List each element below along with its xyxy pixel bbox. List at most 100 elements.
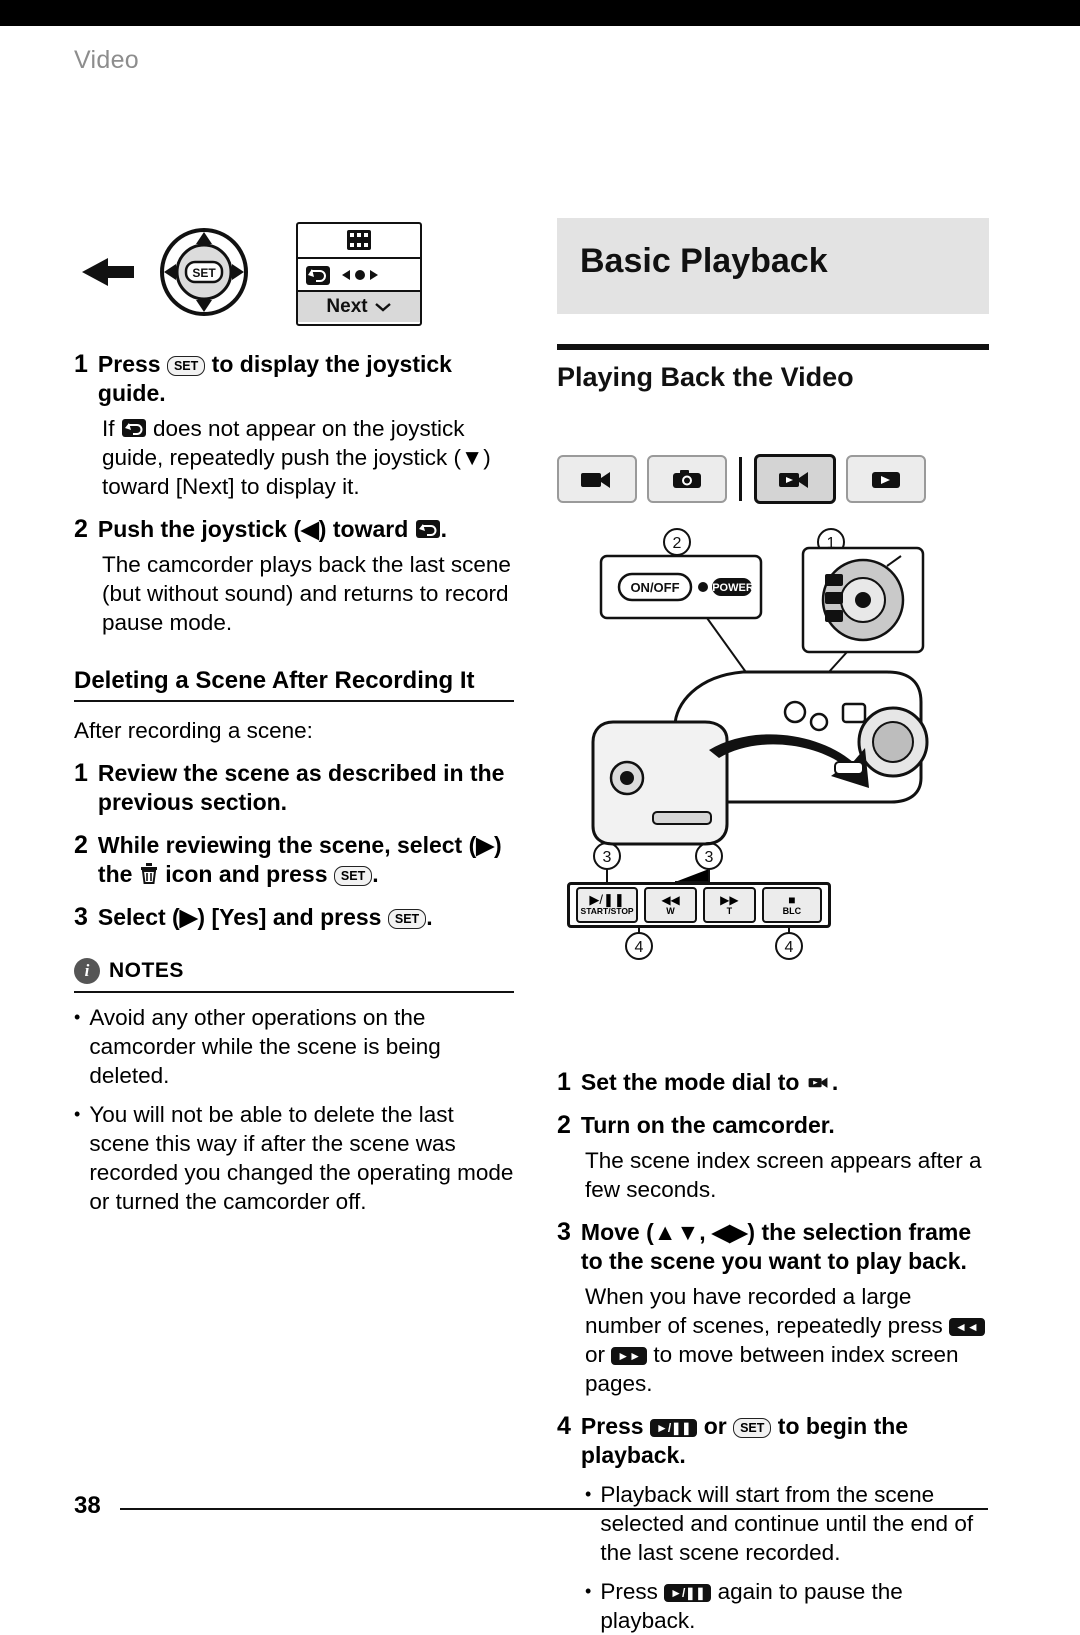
note-item: • Avoid any other operations on the camc… (74, 1003, 514, 1090)
section-intro: After recording a scene: (74, 718, 313, 743)
step-text-c: . (372, 861, 379, 887)
right-step-3: 3 Move (▲▼, ◀▶) the selection frame to t… (557, 1218, 989, 1276)
footer-rule (120, 1508, 988, 1510)
page-title: Basic Playback (580, 242, 828, 280)
right-column-text: 1 Set the mode dial to . 2 Turn on the c… (557, 1068, 989, 1635)
play-pause-label: ▶/❚❚ (589, 892, 625, 907)
step-text-b: . (426, 904, 433, 930)
left-step-2: 2 Push the joystick (◀) toward . (74, 515, 514, 544)
joystick-dial-icon: SET (82, 228, 248, 316)
page: Video SET Next 1 Press SET to display th… (0, 26, 1080, 1633)
step-number: 3 (557, 1218, 571, 1246)
svg-text:4: 4 (785, 939, 794, 956)
bullet-dot: • (74, 1007, 81, 1027)
step-number: 2 (74, 515, 88, 543)
step-text-b: . (831, 1069, 839, 1095)
double-rule (557, 344, 989, 350)
photo-playback-icon (872, 472, 900, 488)
right-step-2-body: The scene index screen appears after a f… (585, 1148, 982, 1202)
svg-text:4: 4 (635, 939, 644, 956)
left-step-2-body: The camcorder plays back the last scene … (102, 552, 511, 635)
chevron-down-icon (374, 303, 391, 312)
left-column: 1 Press SET to display the joystick guid… (74, 336, 514, 1216)
callout-4-group: 4 4 (625, 928, 803, 960)
page-number: 38 (74, 1492, 101, 1519)
body-text-b: or (585, 1342, 606, 1367)
fast-forward-button[interactable]: ▶▶ T (702, 887, 756, 923)
rewind-label: ◀◀ (661, 893, 680, 907)
step-text: Review the scene as described in the pre… (97, 760, 505, 815)
svg-text:3: 3 (603, 849, 612, 866)
bullet-text: Playback will start from the scene selec… (600, 1482, 974, 1565)
step-number: 1 (74, 759, 88, 787)
mode-tab-movie-camera[interactable] (557, 455, 637, 503)
photo-camera-icon (673, 470, 701, 488)
mode-tabs (557, 454, 926, 504)
set-key-icon: SET (166, 356, 206, 376)
mode-tab-movie-playback[interactable] (754, 454, 836, 504)
delete-step-3: 3 Select (▶) [Yes] and press SET. (74, 903, 514, 932)
svg-text:ON/OFF: ON/OFF (630, 580, 679, 595)
delete-step-2: 2 While reviewing the scene, select (▶) … (74, 831, 514, 889)
mode-tab-photo-camera[interactable] (647, 455, 727, 503)
delete-scene-icon (121, 419, 146, 437)
guide-middle-row (306, 266, 378, 285)
movie-camera-icon (581, 472, 610, 488)
guide-next-label: Next (298, 292, 420, 322)
step-number: 1 (74, 350, 88, 378)
svg-text:POWER: POWER (712, 582, 754, 594)
bullet-text: Press ►/❚❚ again to pause the playback. (600, 1579, 903, 1633)
film-icon (347, 230, 371, 250)
play-pause-key-icon: ►/❚❚ (664, 1584, 712, 1602)
start-stop-label: START/STOP (580, 906, 634, 916)
right-step-1: 1 Set the mode dial to . (557, 1068, 989, 1097)
step-text-a: Press (97, 351, 161, 377)
section-subtitle: Playing Back the Video (557, 362, 854, 392)
play-pause-button[interactable]: ▶/❚❚ START/STOP (576, 887, 639, 923)
step-text-a: Select (▶) [Yes] and press (97, 904, 382, 930)
page-header-label: Video (74, 46, 139, 74)
mode-tab-photo-playback[interactable] (846, 455, 926, 503)
wide-label: W (666, 906, 675, 916)
note-text: You will not be able to delete the last … (89, 1102, 514, 1214)
step-text: Turn on the camcorder. (580, 1112, 835, 1138)
button-bar: ▶/❚❚ START/STOP ◀◀ W ▶▶ T ■ BLC (567, 882, 831, 928)
rewind-key-icon: ◄◄ (948, 1318, 985, 1336)
step-text-b: icon and press (165, 861, 328, 887)
fast-forward-key-icon: ►► (611, 1347, 648, 1365)
notes-label: NOTES (109, 959, 184, 982)
step-number: 2 (557, 1111, 571, 1139)
left-step-1-body: If does not appear on the joystick guide… (102, 416, 491, 499)
stop-label: ■ (788, 893, 796, 907)
set-key-icon: SET (333, 866, 373, 886)
step-text-a: Set the mode dial to (580, 1069, 800, 1095)
movie-playback-icon (779, 472, 808, 488)
tab-divider (739, 457, 742, 501)
step-text-a: Press (580, 1413, 644, 1439)
delete-step-1: 1 Review the scene as described in the p… (74, 759, 514, 817)
stop-button[interactable]: ■ BLC (761, 887, 822, 923)
rewind-button[interactable]: ◀◀ W (644, 887, 697, 923)
note-text: Avoid any other operations on the camcor… (89, 1005, 441, 1088)
svg-text:SET: SET (192, 266, 216, 280)
step-number: 4 (557, 1412, 571, 1440)
svg-text:3: 3 (705, 849, 714, 866)
joystick-guide-figure: SET Next (74, 222, 514, 332)
notes-rule (74, 991, 514, 993)
left-step-1: 1 Press SET to display the joystick guid… (74, 350, 514, 408)
movie-playback-icon (808, 1077, 828, 1088)
notes-header: i NOTES (74, 958, 514, 984)
step-text-b: . (440, 516, 448, 542)
next-text: Next (326, 296, 368, 317)
body-text-a: When you have recorded a large number of… (585, 1284, 943, 1338)
tele-label: T (726, 906, 733, 916)
bullet-dot: • (585, 1484, 592, 1504)
step-number: 2 (74, 831, 88, 859)
delete-scene-icon (415, 520, 440, 538)
bullet-dot: • (74, 1104, 81, 1124)
section-heading-deleting: Deleting a Scene After Recording It (74, 667, 475, 694)
trash-icon (140, 863, 157, 884)
top-black-bar (0, 0, 1080, 26)
right-step-4: 4 Press ►/❚❚ or SET to begin the playbac… (557, 1412, 989, 1470)
blc-label: BLC (782, 906, 802, 916)
